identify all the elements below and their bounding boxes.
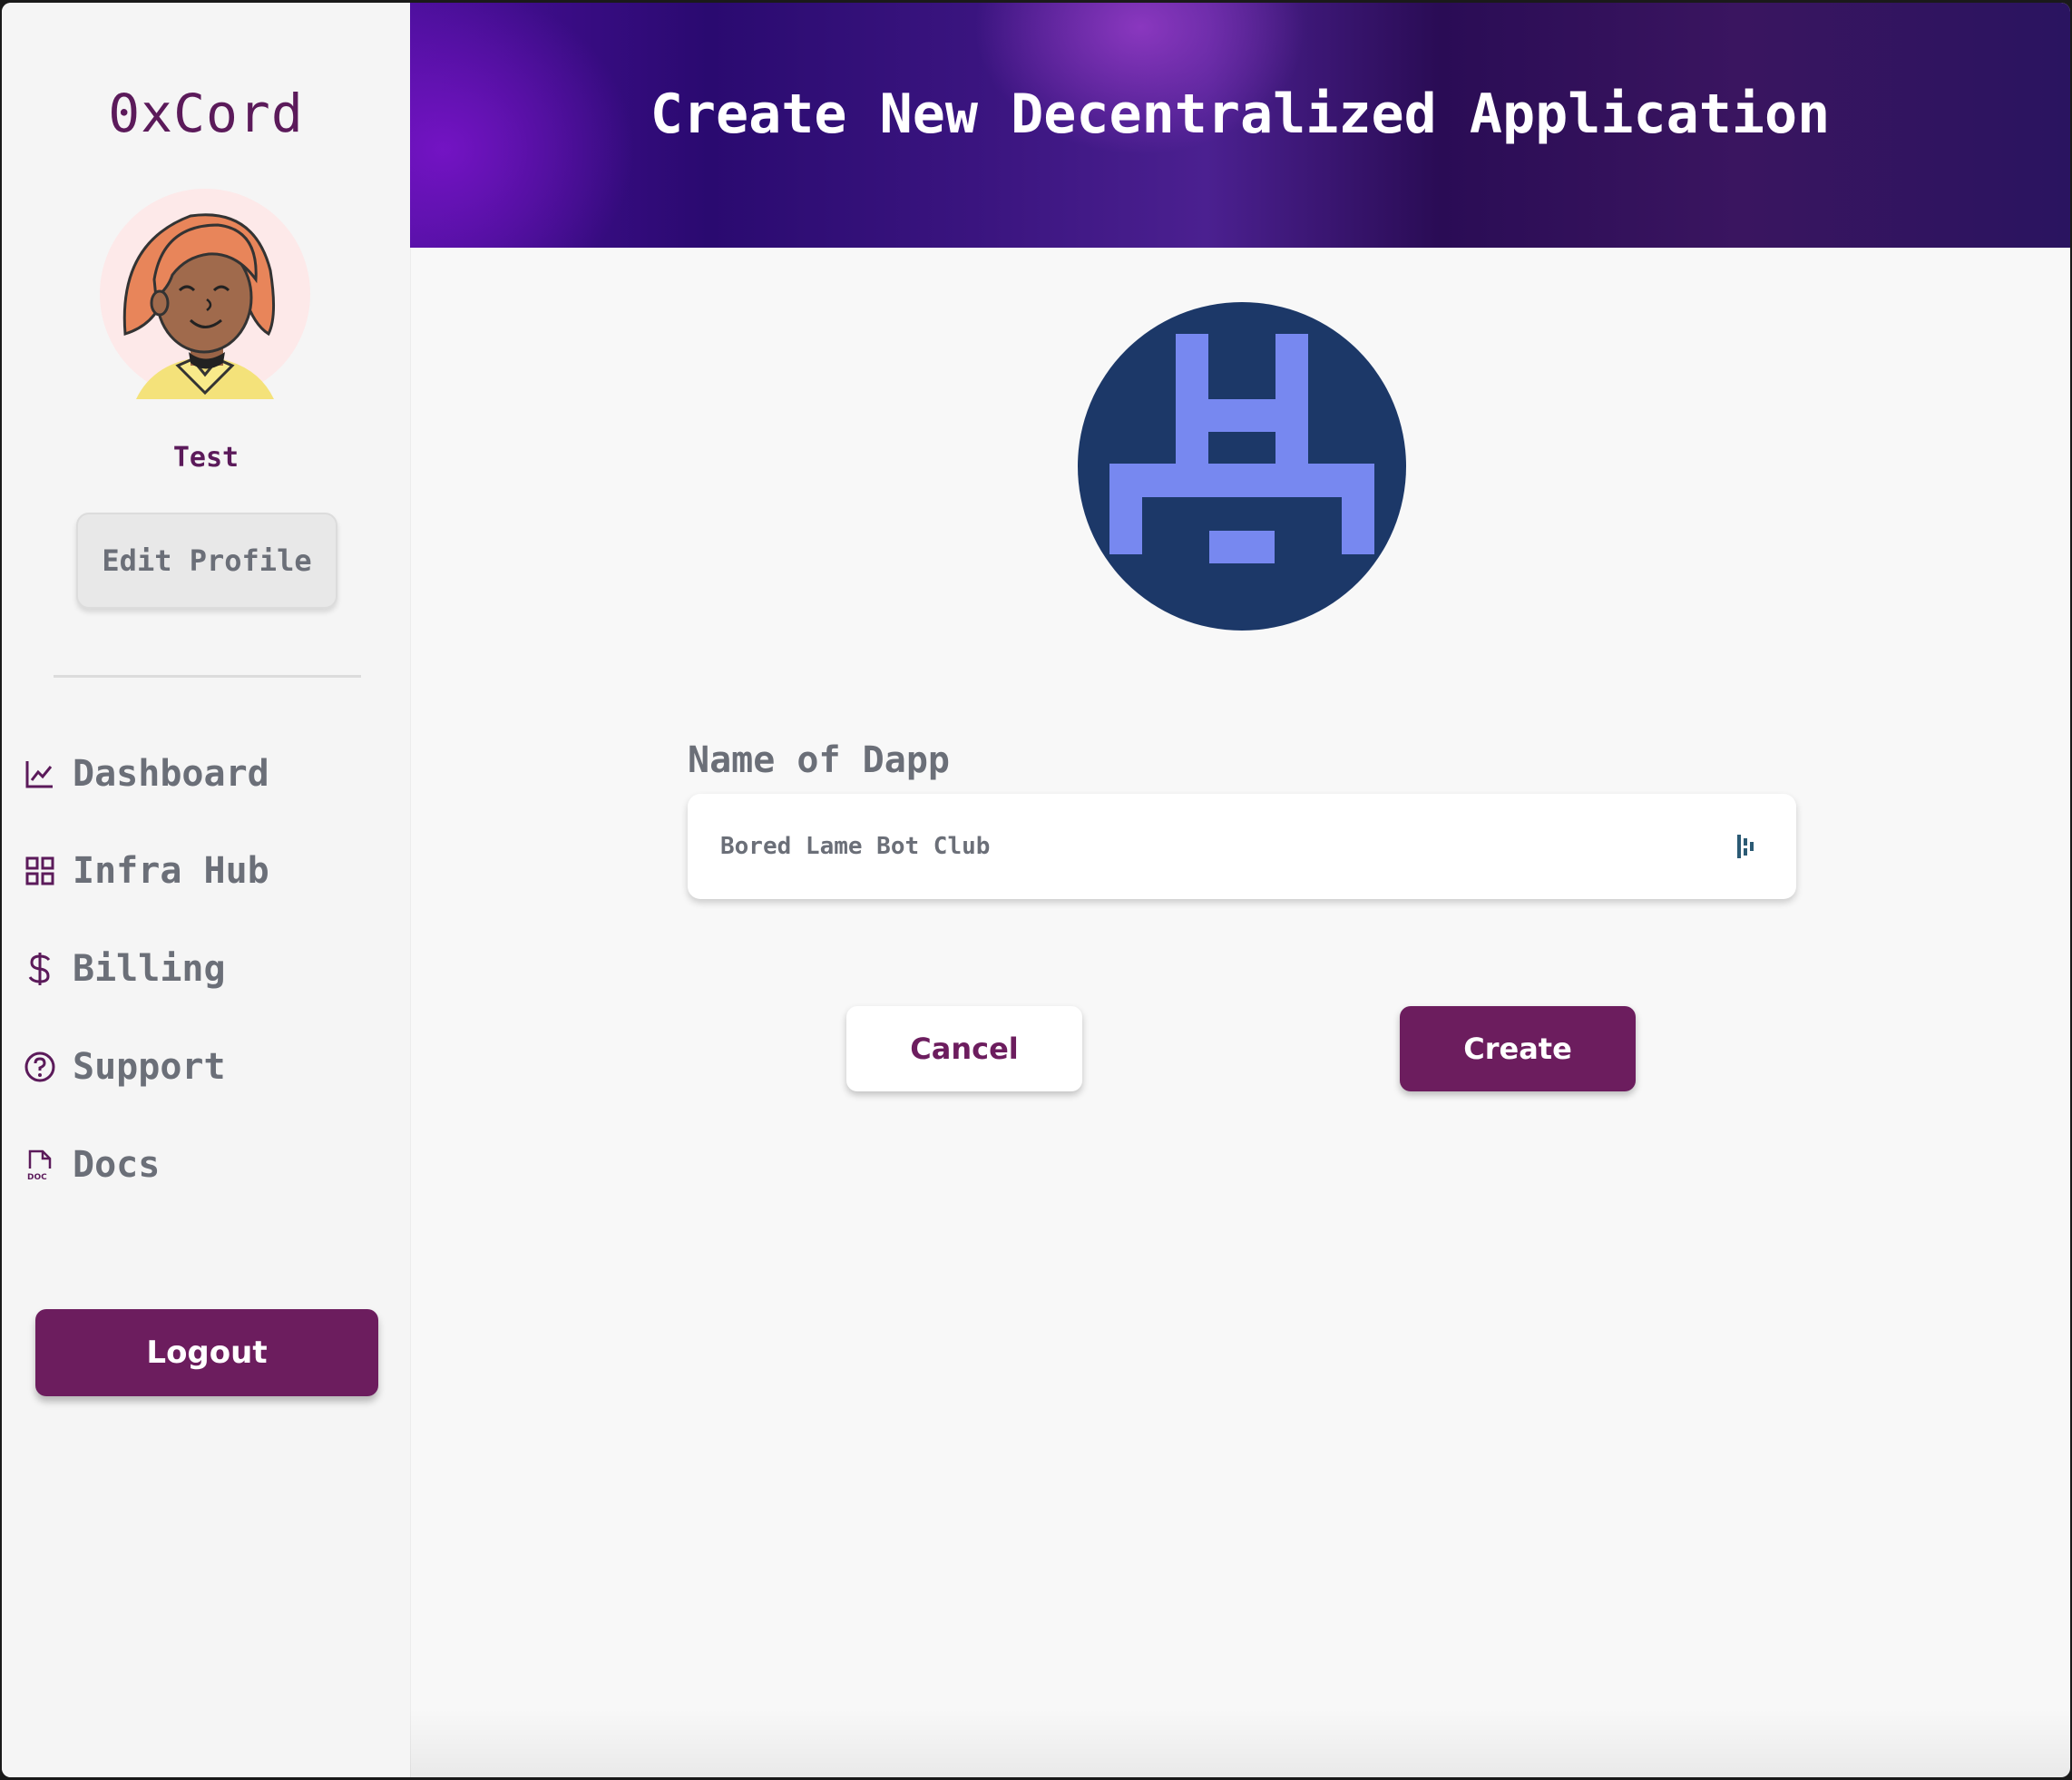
chart-line-icon [22,756,58,792]
create-button[interactable]: Create [1400,1006,1636,1091]
dapp-name-input[interactable] [720,794,1718,899]
avatar [100,189,310,399]
password-manager-icon[interactable] [1735,833,1757,860]
logout-button[interactable]: Logout [35,1309,378,1396]
dapp-name-field-container [688,794,1796,899]
edit-profile-button[interactable]: Edit Profile [76,513,337,609]
cancel-button[interactable]: Cancel [846,1006,1082,1091]
sidebar-item-support[interactable]: Support [22,1035,385,1099]
page-title: Create New Decentralized Application [650,83,1831,146]
app-window: 0xCord Test Edit Profile Dashboard Infra… [2,3,2070,1777]
page-header: Create New Decentralized Application [410,3,2070,248]
dapp-logo [1078,302,1406,631]
dapp-name-label: Name of Dapp [688,739,950,781]
sidebar-item-label: Support [73,1046,226,1088]
sidebar-item-dashboard[interactable]: Dashboard [22,742,385,806]
doc-icon: DOC [22,1147,58,1183]
sidebar-divider [54,675,361,678]
sidebar-item-billing[interactable]: Billing [22,937,385,1001]
sidebar: 0xCord Test Edit Profile Dashboard Infra… [2,3,411,1777]
help-circle-icon [22,1049,58,1085]
dollar-icon [22,951,58,987]
sidebar-item-infra-hub[interactable]: Infra Hub [22,839,385,903]
grid-icon [22,853,58,889]
bottom-shadow [410,1708,2070,1777]
sidebar-item-docs[interactable]: DOC Docs [22,1133,385,1197]
sidebar-item-label: Infra Hub [73,850,269,892]
svg-text:DOC: DOC [27,1173,47,1181]
sidebar-item-label: Dashboard [73,753,269,795]
sidebar-item-label: Billing [73,948,226,990]
brand-logo: 0xCord [108,83,304,144]
user-name: Test [172,442,239,474]
sidebar-item-label: Docs [73,1144,161,1186]
